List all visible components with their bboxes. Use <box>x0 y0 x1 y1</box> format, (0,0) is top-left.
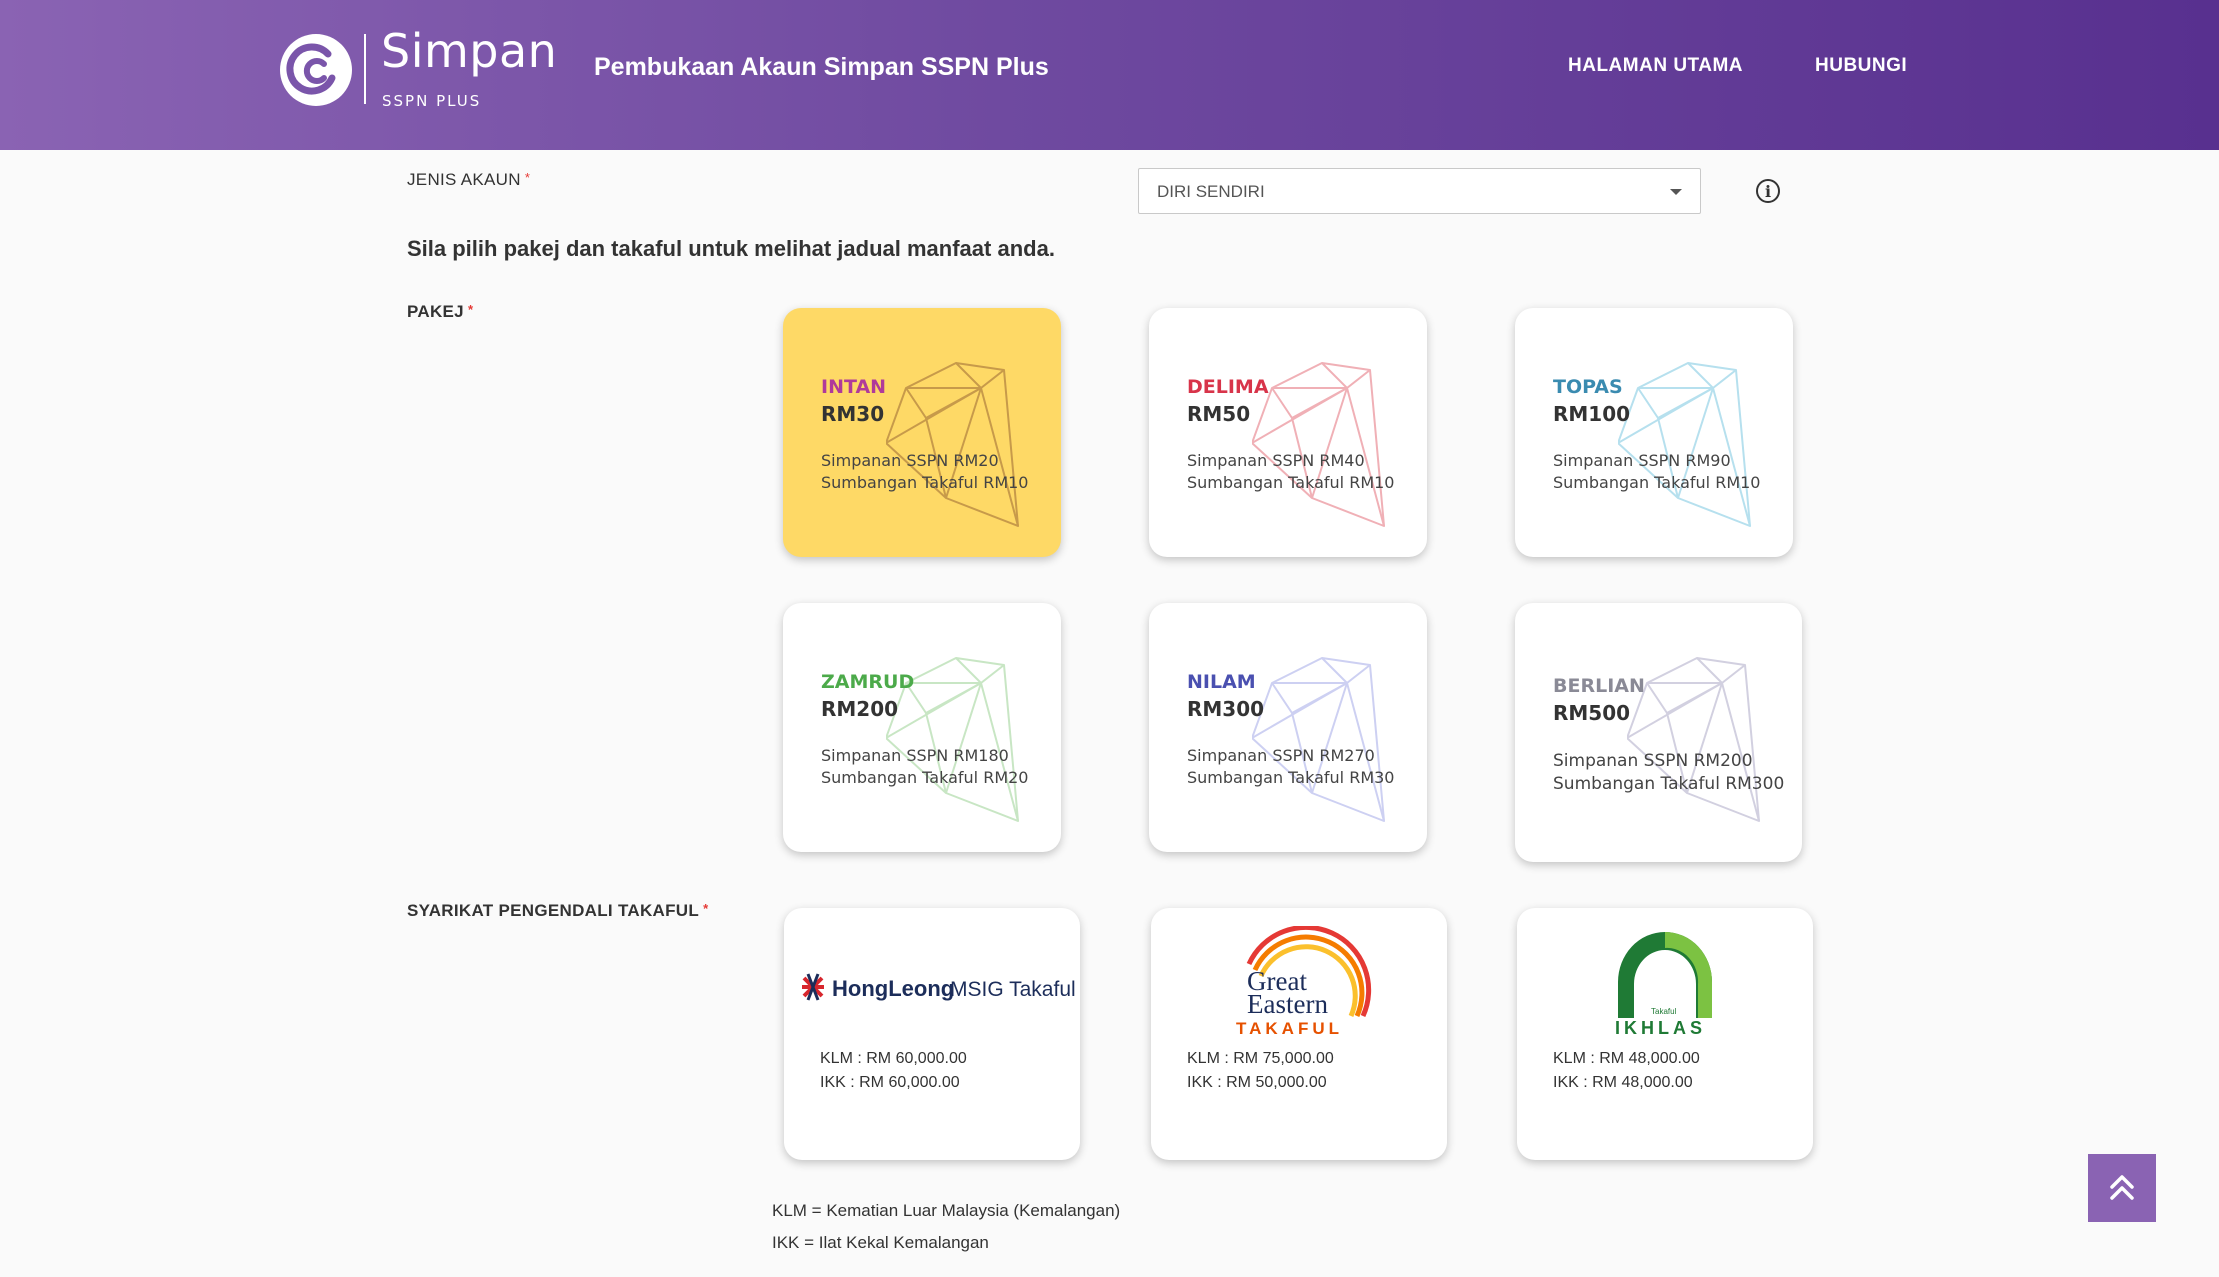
legend-klm: KLM = Kematian Luar Malaysia (Kemalangan… <box>772 1201 1121 1220</box>
scroll-to-top-button[interactable] <box>2088 1154 2156 1222</box>
package-price: RM300 <box>1187 697 1265 721</box>
takaful-label-text: SYARIKAT PENGENDALI TAKAFUL <box>407 901 700 920</box>
hongleong-mark-icon <box>802 973 824 1001</box>
package-savings: Simpanan SSPN RM90 <box>1553 451 1731 470</box>
package-card-topas[interactable]: TOPAS RM100 Simpanan SSPN RM90 Sumbangan… <box>1515 308 1793 557</box>
nav-contact-link[interactable]: HUBUNGI <box>1815 55 1907 77</box>
klm-value: KLM : RM 75,000.00 <box>1187 1050 1334 1067</box>
package-takaful: Sumbangan Takaful RM10 <box>1553 473 1761 492</box>
ikk-value: IKK : RM 60,000.00 <box>820 1074 960 1091</box>
legend-ikk: IKK = Ilat Kekal Kemalangan <box>772 1233 989 1252</box>
package-takaful: Sumbangan Takaful RM10 <box>1187 473 1395 492</box>
msig-takaful-text: MSIG Takaful <box>950 978 1076 1001</box>
hongleong-msig-logo: HongLeong MSIG Takaful <box>802 973 1076 1001</box>
package-label: PAKEJ * <box>407 302 473 322</box>
gem-icon <box>1252 657 1385 822</box>
klm-value: KLM : RM 48,000.00 <box>1553 1050 1700 1067</box>
package-takaful: Sumbangan Takaful RM20 <box>821 768 1029 787</box>
double-chevron-up-icon <box>2110 1175 2134 1200</box>
package-name: ZAMRUD <box>821 671 915 693</box>
gem-icon <box>1627 657 1760 822</box>
ikhlas-arch-icon <box>1618 932 1712 1018</box>
logo-subtitle: SSPN PLUS <box>382 92 482 110</box>
ikk-value: IKK : RM 50,000.00 <box>1187 1074 1327 1091</box>
package-name: INTAN <box>821 376 887 398</box>
takaful-label: SYARIKAT PENGENDALI TAKAFUL * <box>407 901 708 921</box>
package-savings: Simpanan SSPN RM20 <box>821 451 999 470</box>
package-price: RM100 <box>1553 402 1631 426</box>
chevron-down-icon <box>1670 189 1682 195</box>
great-eastern-logo: Great Eastern TAKAFUL <box>1236 926 1372 1036</box>
instruction-text: Sila pilih pakej dan takaful untuk melih… <box>407 236 1055 261</box>
page-title: Pembukaan Akaun Simpan SSPN Plus <box>594 53 1049 81</box>
klm-value: KLM : RM 60,000.00 <box>820 1050 967 1067</box>
package-savings: Simpanan SSPN RM200 <box>1553 751 1753 771</box>
account-type-label: JENIS AKAUN * <box>407 170 530 190</box>
package-takaful: Sumbangan Takaful RM300 <box>1553 774 1785 794</box>
package-card-intan[interactable]: INTAN RM30 Simpanan SSPN RM20 Sumbangan … <box>783 308 1061 557</box>
package-name: DELIMA <box>1187 376 1269 398</box>
package-takaful: Sumbangan Takaful RM30 <box>1187 768 1395 787</box>
package-savings: Simpanan SSPN RM40 <box>1187 451 1365 470</box>
simpan-logo-icon <box>280 34 352 106</box>
takaful-card-hongleong[interactable]: HongLeong MSIG Takaful KLM : RM 60,000.0… <box>784 908 1080 1160</box>
package-price: RM500 <box>1553 701 1631 725</box>
package-price: RM50 <box>1187 402 1251 426</box>
account-type-value: DIRI SENDIRI <box>1157 182 1265 201</box>
gem-icon <box>886 362 1019 527</box>
nav-home-link[interactable]: HALAMAN UTAMA <box>1568 55 1743 77</box>
package-savings: Simpanan SSPN RM180 <box>821 746 1009 765</box>
logo-divider <box>364 34 366 104</box>
takaful-card-ikhlas[interactable]: Takaful IKHLAS KLM : RM 48,000.00 IKK : … <box>1517 908 1813 1160</box>
package-savings: Simpanan SSPN RM270 <box>1187 746 1375 765</box>
info-icon[interactable]: i <box>1756 179 1780 203</box>
takaful-card-great-eastern[interactable]: Great Eastern TAKAFUL KLM : RM 75,000.00… <box>1151 908 1447 1160</box>
package-price: RM200 <box>821 697 899 721</box>
account-type-select[interactable]: DIRI SENDIRI <box>1138 168 1701 214</box>
package-price: RM30 <box>821 402 885 426</box>
logo[interactable]: Simpan SSPN PLUS <box>280 24 557 112</box>
gem-icon <box>1252 362 1385 527</box>
package-card-delima[interactable]: DELIMA RM50 Simpanan SSPN RM40 Sumbangan… <box>1149 308 1427 557</box>
gem-icon <box>1618 362 1751 527</box>
eastern-text: Eastern <box>1247 989 1328 1019</box>
package-card-nilam[interactable]: NILAM RM300 Simpanan SSPN RM270 Sumbanga… <box>1149 603 1427 852</box>
required-mark: * <box>703 901 709 916</box>
takaful-text: TAKAFUL <box>1236 1019 1343 1036</box>
ikhlas-text: IKHLAS <box>1615 1018 1706 1036</box>
package-name: BERLIAN <box>1553 675 1645 697</box>
account-type-label-text: JENIS AKAUN <box>407 170 521 189</box>
package-takaful: Sumbangan Takaful RM10 <box>821 473 1029 492</box>
package-name: NILAM <box>1187 671 1256 693</box>
package-name: TOPAS <box>1553 376 1623 398</box>
package-label-text: PAKEJ <box>407 302 464 321</box>
header: Simpan SSPN PLUS Pembukaan Akaun Simpan … <box>0 0 2219 150</box>
package-card-berlian[interactable]: BERLIAN RM500 Simpanan SSPN RM200 Sumban… <box>1515 603 1802 862</box>
required-mark: * <box>524 170 531 185</box>
takaful-ikhlas-logo: Takaful IKHLAS <box>1615 932 1712 1036</box>
hongleong-text: HongLeong <box>832 976 954 1001</box>
takaful-small-text: Takaful <box>1651 1007 1677 1016</box>
required-mark: * <box>467 302 474 317</box>
logo-name: Simpan <box>381 24 558 78</box>
package-card-zamrud[interactable]: ZAMRUD RM200 Simpanan SSPN RM180 Sumbang… <box>783 603 1061 852</box>
ikk-value: IKK : RM 48,000.00 <box>1553 1074 1693 1091</box>
